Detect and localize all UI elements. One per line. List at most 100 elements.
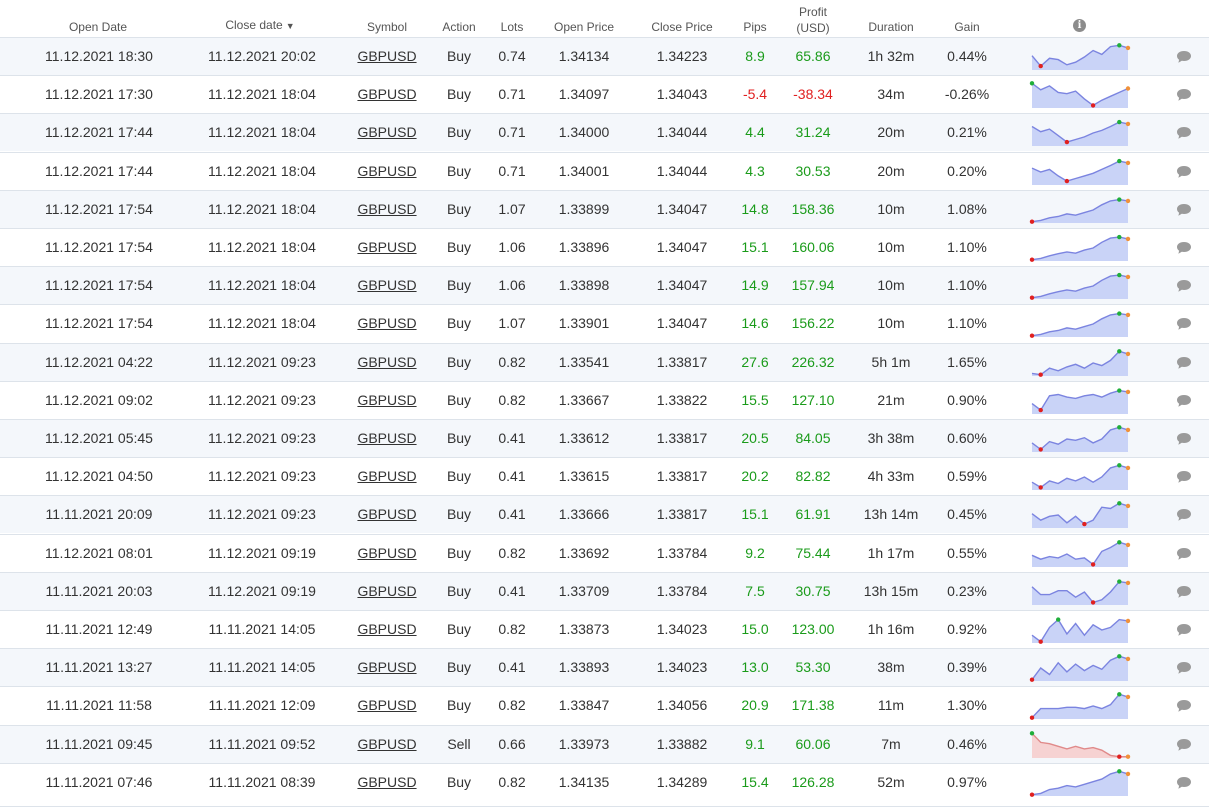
sparkline-max-marker [1117,43,1122,48]
pips-cell: 15.4 [741,773,769,790]
sparkline-max-marker [1117,234,1122,240]
comment-icon[interactable] [1176,50,1192,64]
profit-cell: 171.38 [791,697,835,714]
table-row[interactable]: 11.12.2021 17:54 11.12.2021 18:04 GBPUSD Bu… [0,189,1209,228]
sparkline-end-marker [1125,618,1131,624]
comment-icon[interactable] [1176,623,1192,637]
action-cell: Buy [446,277,472,294]
open-date-cell: 11.11.2021 12:49 [45,621,153,637]
open-date-cell: 11.12.2021 17:44 [45,162,153,179]
table-row[interactable]: 11.11.2021 12:49 11.11.2021 14:05 GBPUSD Bu… [0,610,1209,648]
close-price-cell: 1.34056 [656,697,708,714]
col-header-lots[interactable]: Lots [492,20,532,34]
open-date-cell: 11.11.2021 07:46 [45,773,153,790]
sparkline-end-marker [1125,351,1131,356]
table-row[interactable]: 11.12.2021 17:44 11.12.2021 18:04 GBPUSD Bu… [0,151,1209,190]
table-row[interactable]: 11.12.2021 17:54 11.12.2021 18:04 GBPUSD Bu… [0,228,1209,266]
comment-icon[interactable] [1176,279,1192,293]
comment-icon[interactable] [1176,165,1192,179]
table-row[interactable]: 11.12.2021 17:54 11.12.2021 18:04 GBPUSD Bu… [0,266,1209,305]
duration-cell: 4h 33m [867,468,915,485]
gain-cell: 1.10% [947,277,987,294]
table-row[interactable]: 11.12.2021 04:50 11.12.2021 09:23 GBPUSD Bu… [0,457,1209,495]
comment-icon[interactable] [1176,508,1192,522]
col-header-open-date[interactable]: Open Date [50,20,146,34]
col-header-open-price[interactable]: Open Price [544,20,624,34]
table-row[interactable]: 11.12.2021 17:54 11.12.2021 18:04 GBPUSD Bu… [0,304,1209,342]
sparkline-end-marker [1125,160,1131,165]
comment-icon[interactable] [1176,88,1192,102]
symbol-link[interactable]: GBPUSD [356,305,418,342]
col-header-action[interactable]: Action [432,20,486,34]
info-icon[interactable]: i [1073,19,1086,32]
symbol-link[interactable]: GBPUSD [356,382,418,419]
symbol-link[interactable]: GBPUSD [356,458,418,495]
col-header-duration[interactable]: Duration [855,20,927,34]
table-row[interactable]: 11.12.2021 18:30 11.12.2021 20:02 GBPUSD Bu… [0,37,1209,75]
symbol-link[interactable]: GBPUSD [356,153,418,190]
table-row[interactable]: 11.11.2021 20:09 11.12.2021 09:23 GBPUSD Bu… [0,495,1209,534]
symbol-link[interactable]: GBPUSD [356,344,418,381]
symbol-link[interactable]: GBPUSD [356,229,418,266]
symbol-link[interactable]: GBPUSD [356,611,418,648]
table-row[interactable]: 11.12.2021 08:01 11.12.2021 09:19 GBPUSD Bu… [0,533,1209,572]
comment-icon[interactable] [1176,470,1192,484]
action-cell: Buy [446,621,472,637]
action-cell: Sell [447,735,471,752]
table-row[interactable]: 11.11.2021 07:46 11.11.2021 08:39 GBPUSD Bu… [0,762,1209,801]
table-row[interactable]: 11.12.2021 05:45 11.12.2021 09:23 GBPUSD Bu… [0,419,1209,457]
open-date-cell: 11.11.2021 20:09 [45,506,153,523]
sparkline-max-marker [1117,501,1122,506]
comment-icon[interactable] [1176,203,1192,217]
symbol-link[interactable]: GBPUSD [356,38,418,75]
open-price-cell: 1.34001 [558,162,610,179]
comment-icon[interactable] [1176,241,1192,255]
symbol-link[interactable]: GBPUSD [356,573,418,610]
symbol-link[interactable]: GBPUSD [356,267,418,304]
pips-cell: 9.1 [745,735,765,752]
table-row[interactable]: 11.12.2021 09:02 11.12.2021 09:23 GBPUSD Bu… [0,380,1209,419]
symbol-link[interactable]: GBPUSD [356,649,418,686]
table-row[interactable]: 11.12.2021 04:22 11.12.2021 09:23 GBPUSD Bu… [0,342,1209,381]
col-header-pips[interactable]: Pips [735,20,775,34]
sparkline-end-marker [1125,122,1131,127]
symbol-link[interactable]: GBPUSD [356,687,418,724]
symbol-link[interactable]: GBPUSD [356,496,418,533]
table-row[interactable]: 11.11.2021 11:58 11.11.2021 12:09 GBPUSD Bu… [0,686,1209,724]
comment-icon[interactable] [1176,699,1192,713]
col-header-gain[interactable]: Gain [940,20,994,34]
comment-icon[interactable] [1176,661,1192,675]
duration-cell: 1h 17m [867,544,915,561]
col-header-profit[interactable]: Profit (USD) [788,4,838,36]
comment-icon[interactable] [1176,356,1192,370]
symbol-link[interactable]: GBPUSD [356,114,418,151]
gain-cell: 0.55% [947,544,987,561]
comment-icon[interactable] [1176,547,1192,561]
comment-icon[interactable] [1176,394,1192,408]
col-header-close-date[interactable]: Close date ▼ [210,17,310,34]
col-header-close-price[interactable]: Close Price [642,20,722,34]
comment-icon[interactable] [1176,776,1192,790]
open-price-cell: 1.33898 [558,277,610,294]
comment-icon[interactable] [1176,126,1192,140]
symbol-link[interactable]: GBPUSD [356,76,418,113]
table-row[interactable]: 11.12.2021 17:44 11.12.2021 18:04 GBPUSD Bu… [0,113,1209,152]
symbol-link[interactable]: GBPUSD [356,535,418,572]
comment-icon[interactable] [1176,585,1192,599]
table-row[interactable]: 11.11.2021 13:27 11.11.2021 14:05 GBPUSD Bu… [0,648,1209,687]
close-price-cell: 1.34047 [656,277,708,294]
col-header-symbol[interactable]: Symbol [356,20,418,34]
close-date-cell: 11.12.2021 09:23 [208,353,316,370]
table-row[interactable]: 11.11.2021 20:03 11.12.2021 09:19 GBPUSD Bu… [0,571,1209,610]
comment-icon[interactable] [1176,738,1192,752]
comment-icon[interactable] [1176,432,1192,446]
symbol-link[interactable]: GBPUSD [356,420,418,457]
symbol-link[interactable]: GBPUSD [356,764,418,801]
trade-sparkline [1031,158,1131,185]
profit-cell: 61.91 [795,506,831,523]
comment-icon[interactable] [1176,317,1192,331]
table-row[interactable]: 11.12.2021 17:30 11.12.2021 18:04 GBPUSD Bu… [0,75,1209,113]
symbol-link[interactable]: GBPUSD [356,726,418,763]
symbol-link[interactable]: GBPUSD [356,191,418,228]
table-row[interactable]: 11.11.2021 09:45 11.11.2021 09:52 GBPUSD Se… [0,724,1209,763]
